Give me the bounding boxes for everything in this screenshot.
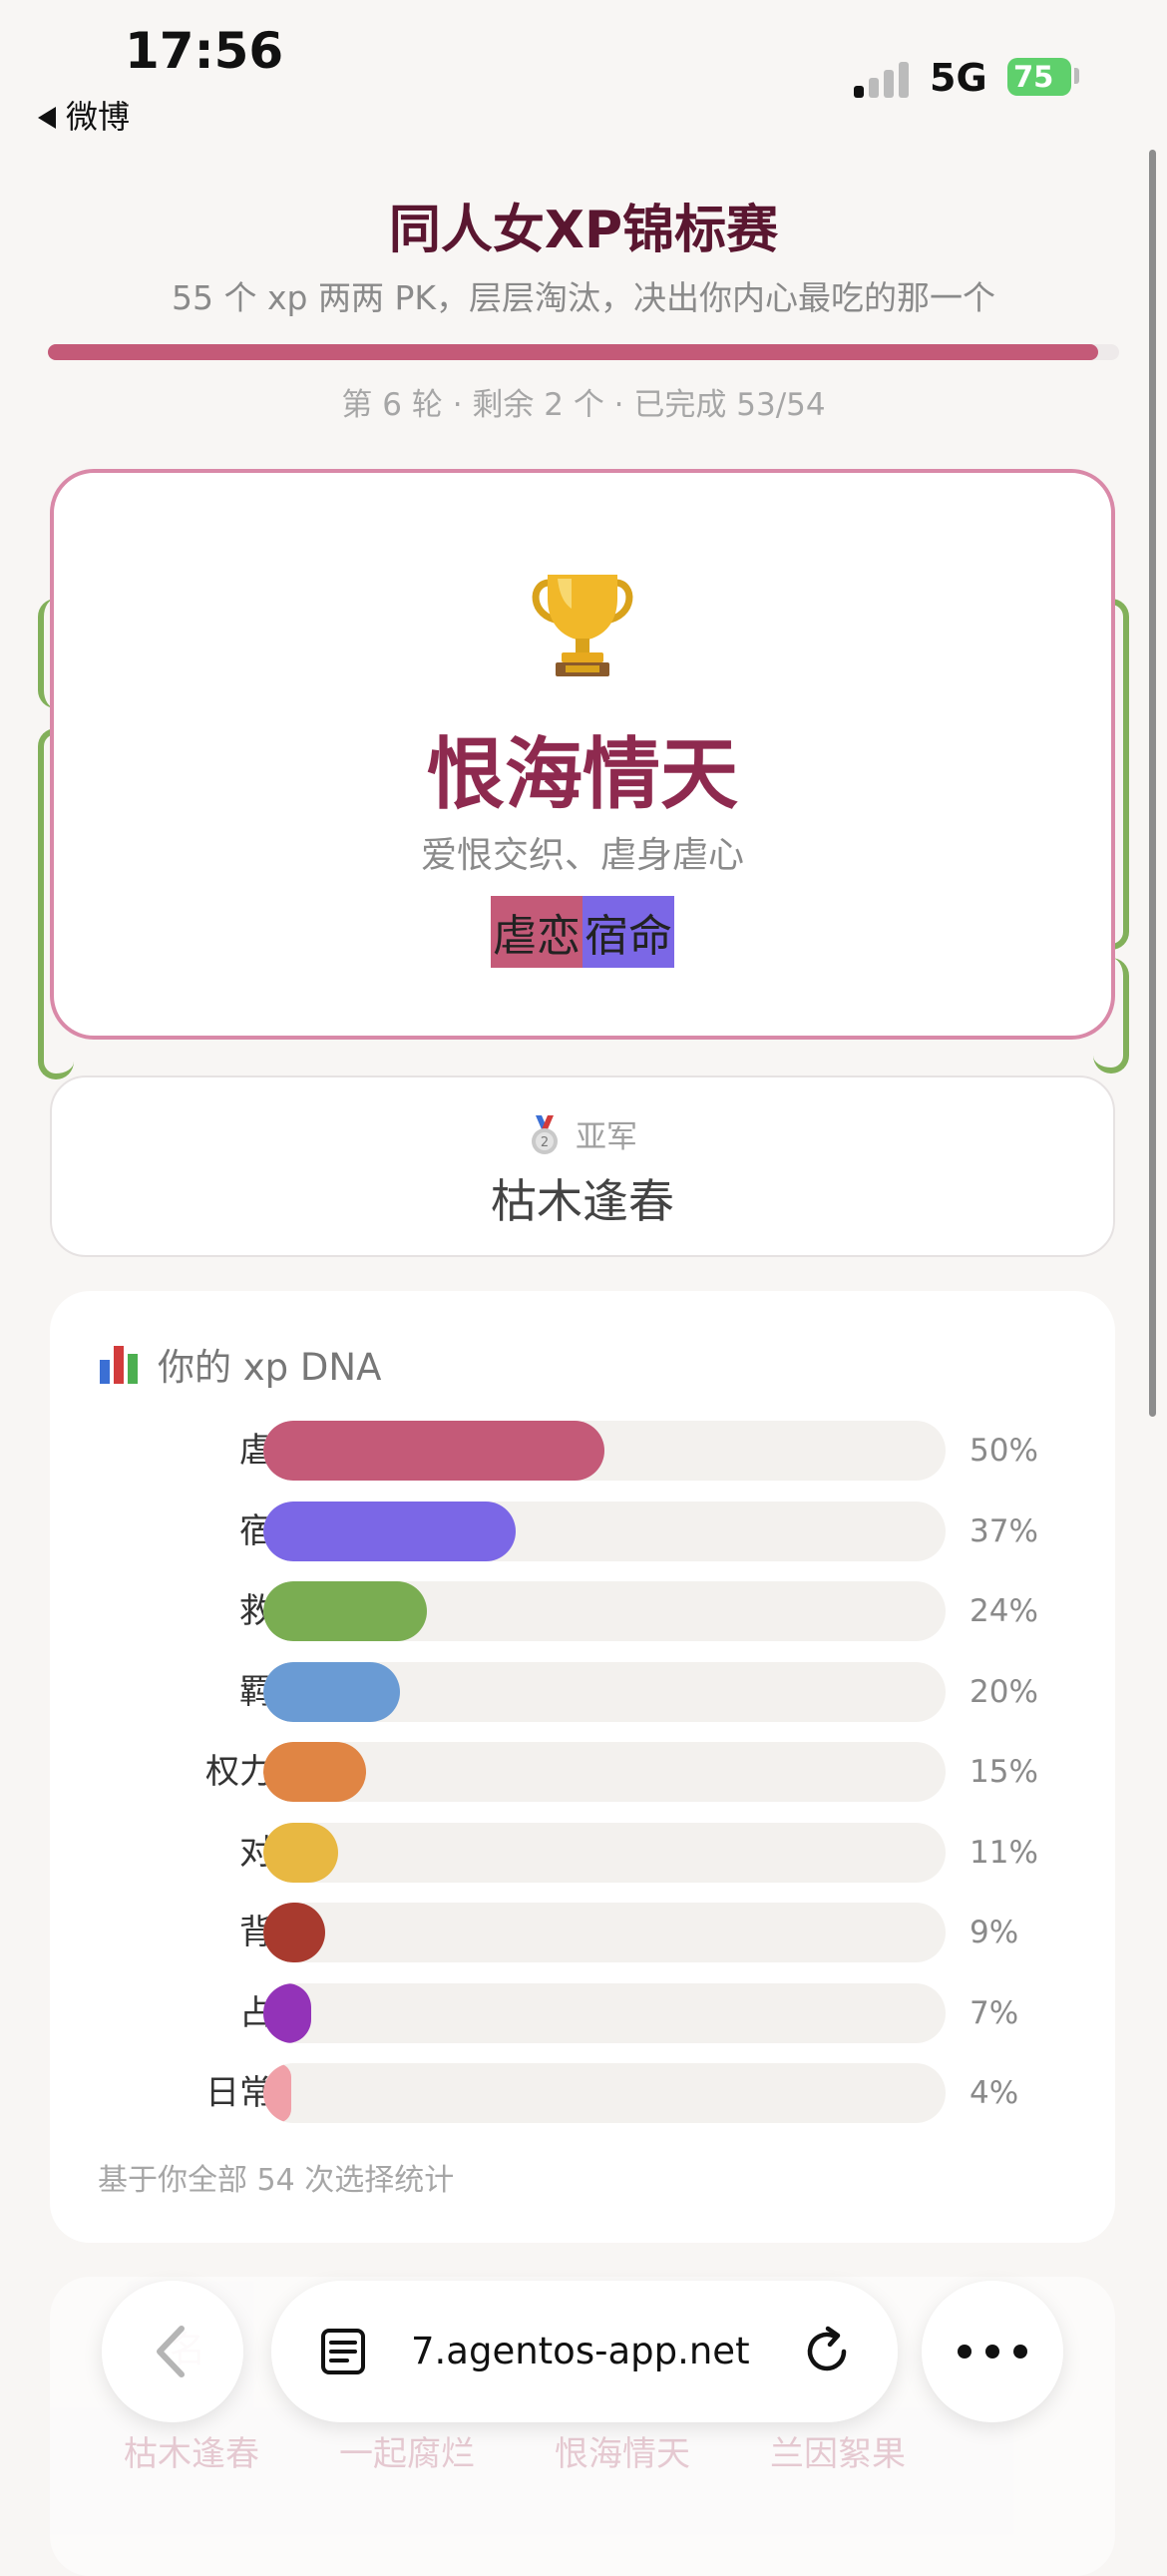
xp-dna-note: 基于你全部 54 次选择统计 [98, 2163, 455, 2198]
chevron-left-icon [157, 2326, 185, 2377]
xp-dna-title: 你的 xp DNA [158, 1346, 382, 1389]
champion-card: 恨海情天 爱恨交织、虐身虐心 虐恋宿命 [50, 469, 1115, 1040]
champion-name: 恨海情天 [426, 730, 738, 820]
xp-dna-title-row: 你的 xp DNA [100, 1337, 381, 1391]
reader-mode-icon[interactable] [319, 2327, 367, 2376]
cellular-signal-icon [854, 58, 914, 98]
dna-percent: 15% [970, 1754, 1038, 1790]
status-bar: 17:56 微博 5G 75 [0, 0, 1167, 140]
dna-bar-track [263, 1661, 946, 1722]
dna-bar-fill [263, 1822, 339, 1883]
dna-row: 对抗11% [50, 1822, 1115, 1883]
round-progress-fill [48, 344, 1098, 360]
dna-percent: 37% [970, 1512, 1038, 1549]
scrollbar[interactable] [1149, 150, 1156, 1417]
more-options-button[interactable] [922, 2281, 1063, 2422]
dna-row: 宿命37% [50, 1501, 1115, 1561]
round-progress-bar [48, 344, 1119, 360]
runner-up-name: 枯木逢春 [491, 1174, 674, 1228]
ranking-chip[interactable]: 枯木逢春 [124, 2426, 259, 2475]
xp-dna-card: 你的 xp DNA 虐恋50% 宿命37% 救赎24% 羁绊20% 权力差15% 对抗11… [50, 1291, 1115, 2243]
svg-text:2: 2 [541, 1135, 549, 1150]
dna-bar-track [263, 1421, 946, 1481]
dna-percent: 7% [970, 1994, 1019, 2031]
dna-row: 背德9% [50, 1903, 1115, 1962]
dna-bar-fill [263, 1421, 604, 1481]
dna-bar-track [263, 1742, 946, 1802]
page-title: 同人女XP锦标赛 [388, 201, 779, 260]
dna-bar-track [263, 2063, 946, 2123]
dna-row: 虐恋50% [50, 1421, 1115, 1481]
dna-percent: 9% [970, 1915, 1019, 1950]
dna-row: 日常甜 4% [50, 2063, 1115, 2123]
address-bar[interactable]: 7.agentos-app.net [271, 2281, 898, 2422]
champion-tag: 宿命 [583, 896, 674, 968]
bar-chart-icon [100, 1344, 140, 1384]
reload-icon[interactable] [800, 2325, 854, 2378]
dna-bar-track [263, 1903, 946, 1962]
dna-bar-fill [263, 1982, 311, 2043]
battery-level: 75 [1013, 60, 1054, 94]
dna-percent: 11% [970, 1834, 1038, 1871]
back-to-app-link[interactable]: 微博 [38, 92, 130, 138]
runner-up-card: 2 亚军 枯木逢春 [50, 1075, 1115, 1257]
status-time: 17:56 [125, 22, 284, 80]
dna-bar-track [263, 1982, 946, 2043]
network-type: 5G [930, 56, 987, 100]
round-info: 第 6 轮 · 剩余 2 个 · 已完成 53/54 [341, 387, 826, 423]
battery-icon: 75 [1007, 58, 1071, 96]
dna-bar-fill [263, 2063, 291, 2123]
dna-bar-fill [263, 1742, 366, 1802]
runner-up-label: 亚军 [576, 1119, 637, 1155]
champion-description: 爱恨交织、虐身虐心 [420, 835, 744, 876]
ranking-chip[interactable]: 兰因絮果 [770, 2426, 906, 2475]
dna-bar-fill [263, 1581, 428, 1641]
dna-bar-track [263, 1501, 946, 1561]
browser-back-button[interactable] [102, 2281, 243, 2422]
more-dots-icon [958, 2345, 1027, 2359]
dna-bar-fill [263, 1661, 400, 1722]
champion-tags: 虐恋宿命 [54, 896, 1111, 968]
runner-up-label-row: 2 亚军 [52, 1111, 1113, 1156]
page-subtitle: 55 个 xp 两两 PK，层层淘汰，决出你内心最吃的那一个 [172, 278, 995, 317]
back-triangle-icon [38, 107, 56, 129]
battery-tip [1074, 68, 1079, 84]
dna-percent: 24% [970, 1593, 1038, 1629]
url-text[interactable]: 7.agentos-app.net [411, 2281, 750, 2422]
dna-row: 权力差 15% [50, 1742, 1115, 1802]
dna-row: 救赎24% [50, 1581, 1115, 1641]
dna-percent: 4% [970, 2075, 1019, 2111]
dna-row: 羁绊20% [50, 1661, 1115, 1722]
champion-tag: 虐恋 [491, 896, 583, 968]
dna-percent: 20% [970, 1673, 1038, 1710]
dna-bar-track [263, 1581, 946, 1641]
dna-bar-fill [263, 1903, 325, 1962]
trophy-icon [54, 569, 1111, 684]
ranking-chips: 枯木逢春 一起腐烂 恨海情天 兰因絮果 [124, 2426, 985, 2475]
ranking-chip[interactable]: 恨海情天 [555, 2426, 690, 2475]
dna-row: 占有7% [50, 1982, 1115, 2043]
dna-percent: 50% [970, 1433, 1038, 1469]
dna-bar-fill [263, 1501, 517, 1561]
dna-bar-track [263, 1822, 946, 1883]
silver-medal-icon: 2 [528, 1115, 562, 1155]
back-app-label: 微博 [66, 98, 131, 136]
ranking-chip[interactable]: 一起腐烂 [339, 2426, 475, 2475]
